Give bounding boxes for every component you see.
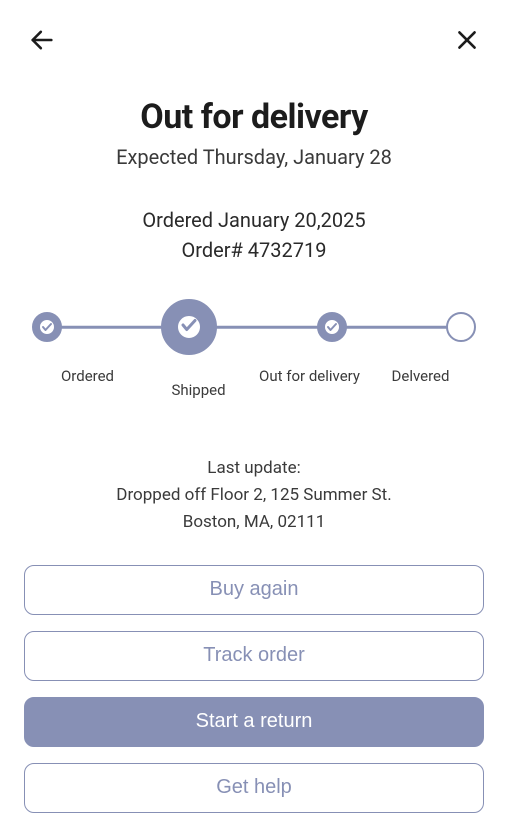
close-icon bbox=[454, 27, 480, 56]
step-dot-shipped bbox=[161, 299, 217, 355]
header-bar bbox=[0, 0, 508, 61]
progress-labels: Ordered Shipped Out for delivery Delvere… bbox=[32, 367, 476, 399]
page-title: Out for delivery bbox=[0, 97, 508, 137]
step-label-delivered: Delvered bbox=[365, 367, 476, 399]
buy-again-button[interactable]: Buy again bbox=[24, 565, 484, 615]
back-button[interactable] bbox=[24, 22, 60, 61]
expected-date: Expected Thursday, January 28 bbox=[0, 145, 508, 169]
order-number: Order# 4732719 bbox=[0, 235, 508, 265]
progress-track bbox=[32, 299, 476, 355]
progress-segment bbox=[59, 326, 174, 329]
track-order-button[interactable]: Track order bbox=[24, 631, 484, 681]
step-label-out-for-delivery: Out for delivery bbox=[254, 367, 365, 399]
update-line1: Dropped off Floor 2, 125 Summer St. bbox=[24, 482, 484, 509]
update-heading: Last update: bbox=[24, 455, 484, 482]
close-button[interactable] bbox=[450, 23, 484, 60]
start-return-button[interactable]: Start a return bbox=[24, 697, 484, 747]
check-icon bbox=[41, 318, 53, 337]
check-icon bbox=[326, 318, 338, 337]
step-label-ordered: Ordered bbox=[32, 367, 143, 399]
arrow-left-icon bbox=[28, 26, 56, 57]
last-update: Last update: Dropped off Floor 2, 125 Su… bbox=[0, 455, 508, 537]
progress-segment bbox=[334, 326, 449, 329]
step-dot-out-for-delivery bbox=[317, 312, 347, 342]
ordered-date: Ordered January 20,2025 bbox=[0, 205, 508, 235]
get-help-button[interactable]: Get help bbox=[24, 763, 484, 813]
step-label-shipped: Shipped bbox=[143, 381, 254, 399]
update-line2: Boston, MA, 02111 bbox=[24, 509, 484, 536]
step-dot-ordered bbox=[32, 312, 62, 342]
order-meta: Ordered January 20,2025 Order# 4732719 bbox=[0, 205, 508, 265]
title-block: Out for delivery Expected Thursday, Janu… bbox=[0, 97, 508, 169]
check-icon bbox=[180, 316, 198, 338]
action-buttons: Buy again Track order Start a return Get… bbox=[0, 565, 508, 813]
progress-tracker: Ordered Shipped Out for delivery Delvere… bbox=[0, 299, 508, 399]
step-dot-delivered bbox=[446, 312, 476, 342]
